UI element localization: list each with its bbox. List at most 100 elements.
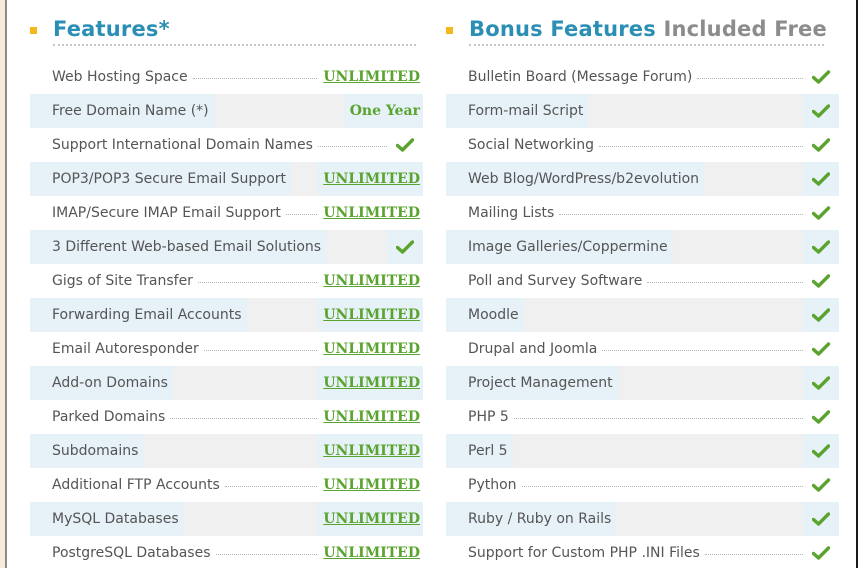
feature-row: 3 Different Web-based Email Solutions bbox=[30, 230, 423, 264]
dotted-leader bbox=[559, 213, 803, 215]
feature-label: Subdomains bbox=[30, 434, 144, 468]
dotted-leader bbox=[224, 485, 318, 487]
title-divider bbox=[469, 44, 824, 46]
feature-included bbox=[803, 434, 839, 468]
check-icon bbox=[812, 70, 830, 84]
features-list: Web Hosting Space UNLIMITED Free Domain Na… bbox=[30, 60, 423, 570]
dotted-leader bbox=[521, 485, 803, 487]
feature-value-link[interactable]: UNLIMITED bbox=[317, 366, 423, 400]
feature-row: PHP 5 bbox=[446, 400, 839, 434]
dotted-leader bbox=[317, 145, 387, 147]
dotted-leader bbox=[599, 145, 803, 147]
feature-included bbox=[387, 128, 423, 162]
feature-value: One Year bbox=[343, 94, 423, 128]
feature-row: Support International Domain Names bbox=[30, 128, 423, 162]
feature-value-link[interactable]: UNLIMITED bbox=[317, 536, 423, 570]
bonus-title-muted: Included Free bbox=[663, 17, 827, 41]
feature-included bbox=[803, 468, 839, 502]
feature-included bbox=[803, 230, 839, 264]
bullet-icon bbox=[30, 27, 37, 34]
feature-label: Email Autoresponder bbox=[52, 341, 199, 357]
feature-label: PHP 5 bbox=[468, 409, 509, 425]
feature-value-link[interactable]: UNLIMITED bbox=[317, 400, 423, 434]
feature-value-link[interactable]: UNLIMITED bbox=[317, 196, 423, 230]
bonus-title-main: Bonus Features bbox=[469, 17, 656, 41]
feature-value-link[interactable]: UNLIMITED bbox=[317, 298, 423, 332]
feature-row: MySQL Databases UNLIMITED bbox=[30, 502, 423, 536]
feature-value-link[interactable]: UNLIMITED bbox=[317, 468, 423, 502]
feature-label: Additional FTP Accounts bbox=[52, 477, 220, 493]
feature-row: Gigs of Site Transfer UNLIMITED bbox=[30, 264, 423, 298]
bonus-heading: Bonus Features Included Free bbox=[446, 0, 839, 46]
check-icon bbox=[812, 478, 830, 492]
feature-label: Mailing Lists bbox=[468, 205, 555, 221]
feature-row: Python bbox=[446, 468, 839, 502]
feature-label: Bulletin Board (Message Forum) bbox=[468, 69, 693, 85]
check-icon bbox=[812, 342, 830, 356]
feature-label: PostgreSQL Databases bbox=[52, 545, 211, 561]
feature-row: Additional FTP Accounts UNLIMITED bbox=[30, 468, 423, 502]
feature-included bbox=[803, 298, 839, 332]
feature-value-link[interactable]: UNLIMITED bbox=[317, 332, 423, 366]
feature-label: Free Domain Name (*) bbox=[30, 94, 214, 128]
dotted-leader bbox=[197, 281, 318, 283]
feature-included bbox=[803, 400, 839, 434]
check-icon bbox=[812, 410, 830, 424]
feature-row: Web Blog/WordPress/b2evolution bbox=[446, 162, 839, 196]
feature-label: Forwarding Email Accounts bbox=[30, 298, 247, 332]
check-icon bbox=[812, 274, 830, 288]
bonus-title: Bonus Features Included Free bbox=[469, 17, 827, 41]
feature-label: Image Galleries/Coppermine bbox=[446, 230, 673, 264]
check-icon bbox=[812, 206, 830, 220]
feature-label: Perl 5 bbox=[446, 434, 513, 468]
feature-value-link[interactable]: UNLIMITED bbox=[317, 162, 423, 196]
check-icon bbox=[812, 240, 830, 254]
features-heading: Features* bbox=[30, 0, 423, 46]
feature-label: Form-mail Script bbox=[446, 94, 589, 128]
dotted-leader bbox=[704, 553, 803, 555]
check-icon bbox=[812, 104, 830, 118]
dotted-leader bbox=[170, 417, 318, 419]
check-icon bbox=[812, 546, 830, 560]
bonus-features-panel: Bonus Features Included Free Bulletin Bo… bbox=[446, 0, 839, 561]
features-panel: Features* Web Hosting Space UNLIMITED Free… bbox=[30, 0, 423, 561]
dotted-leader bbox=[203, 349, 318, 351]
check-icon bbox=[396, 138, 414, 152]
features-title: Features* bbox=[53, 17, 170, 41]
feature-value-link[interactable]: UNLIMITED bbox=[317, 60, 423, 94]
page-left-border bbox=[5, 0, 7, 568]
feature-label: Drupal and Joomla bbox=[468, 341, 598, 357]
feature-row: Social Networking bbox=[446, 128, 839, 162]
check-icon bbox=[812, 138, 830, 152]
feature-row: Web Hosting Space UNLIMITED bbox=[30, 60, 423, 94]
feature-row: Ruby / Ruby on Rails bbox=[446, 502, 839, 536]
check-icon bbox=[396, 240, 414, 254]
feature-row: Poll and Survey Software bbox=[446, 264, 839, 298]
feature-row: Email Autoresponder UNLIMITED bbox=[30, 332, 423, 366]
feature-label: Social Networking bbox=[468, 137, 595, 153]
feature-included bbox=[387, 230, 423, 264]
feature-row: Drupal and Joomla bbox=[446, 332, 839, 366]
feature-included bbox=[803, 332, 839, 366]
feature-included bbox=[803, 366, 839, 400]
feature-row: Support for Custom PHP .INI Files bbox=[446, 536, 839, 570]
dotted-leader bbox=[285, 213, 318, 215]
feature-value-link[interactable]: UNLIMITED bbox=[317, 434, 423, 468]
feature-included bbox=[803, 502, 839, 536]
feature-value-link[interactable]: UNLIMITED bbox=[317, 502, 423, 536]
feature-label: POP3/POP3 Secure Email Support bbox=[30, 162, 292, 196]
feature-row: Moodle bbox=[446, 298, 839, 332]
check-icon bbox=[812, 376, 830, 390]
feature-row: Form-mail Script bbox=[446, 94, 839, 128]
feature-row: Perl 5 bbox=[446, 434, 839, 468]
feature-included bbox=[803, 162, 839, 196]
feature-value-link[interactable]: UNLIMITED bbox=[317, 264, 423, 298]
feature-label: Support International Domain Names bbox=[52, 137, 313, 153]
feature-label: Poll and Survey Software bbox=[468, 273, 643, 289]
feature-row: IMAP/Secure IMAP Email Support UNLIMITED bbox=[30, 196, 423, 230]
feature-included bbox=[803, 60, 839, 94]
feature-label: IMAP/Secure IMAP Email Support bbox=[52, 205, 281, 221]
feature-row: Forwarding Email Accounts UNLIMITED bbox=[30, 298, 423, 332]
feature-label: Moodle bbox=[446, 298, 524, 332]
dotted-leader bbox=[647, 281, 803, 283]
